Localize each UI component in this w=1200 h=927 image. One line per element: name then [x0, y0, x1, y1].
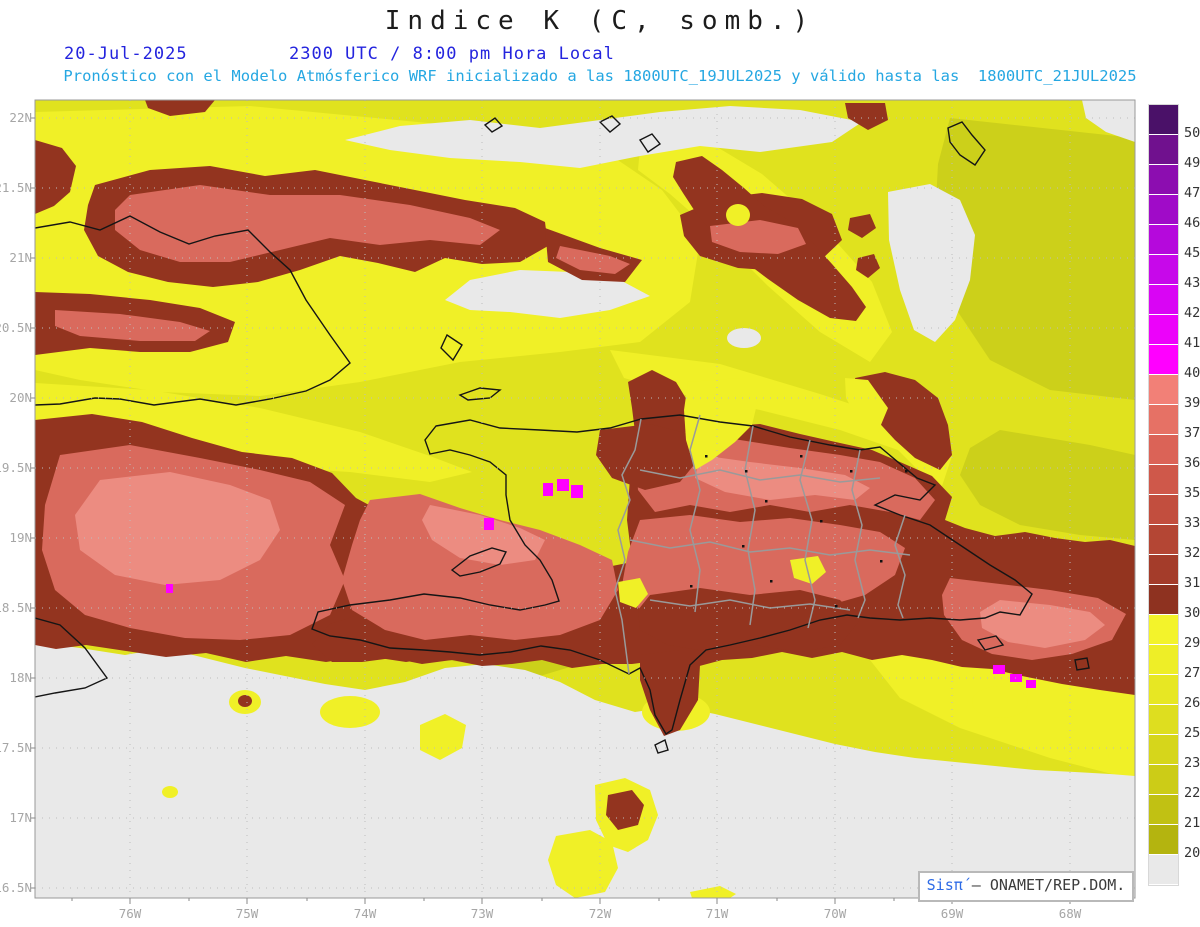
colorbar-segment: [1149, 795, 1178, 825]
brand-logo: Sisπ́: [926, 876, 963, 894]
lon-label: 71W: [705, 906, 729, 921]
colorbar-label: 22.6: [1184, 785, 1200, 801]
map-canvas: [30, 99, 1136, 904]
lat-label: 21N: [9, 250, 32, 265]
lon-label: 70W: [823, 906, 847, 921]
attribution-text: – ONAMET/REP.DOM.: [962, 876, 1126, 894]
colorbar-segment: [1149, 645, 1178, 675]
colorbar-segment: [1149, 855, 1178, 885]
colorbar-segment: [1149, 225, 1178, 255]
k40-speck: [543, 483, 553, 496]
k40-speck: [166, 584, 173, 593]
contour-blob: [320, 696, 380, 728]
contour-blob: [972, 686, 1028, 718]
lat-label: 17N: [9, 810, 32, 825]
lat-label: 21.5N: [0, 180, 32, 195]
k40-speck: [993, 665, 1005, 674]
colorbar-label: 42.6: [1184, 305, 1200, 321]
colorbar-label: 47.8: [1184, 185, 1200, 201]
lon-label: 73W: [470, 906, 494, 921]
colorbar-segment: [1149, 405, 1178, 435]
lat-label: 19.5N: [0, 460, 32, 475]
lat-label: 19N: [9, 530, 32, 545]
k40-speck: [557, 479, 569, 491]
weather-map-page: Indice K (C, somb.) 20-Jul-2025 2300 UTC…: [0, 0, 1200, 927]
colorbar-segment: [1149, 705, 1178, 735]
colorbar-segment: [1149, 165, 1178, 195]
colorbar-segment: [1149, 495, 1178, 525]
colorbar-label: 41.3: [1184, 335, 1200, 351]
colorbar-label: 40: [1184, 365, 1200, 381]
k30-speck: [238, 695, 252, 707]
colorbar-label: 27.8: [1184, 665, 1200, 681]
contour-blob: [726, 204, 750, 226]
colorbar-label: 49.1: [1184, 155, 1200, 171]
lon-label: 69W: [940, 906, 964, 921]
lon-label: 74W: [353, 906, 377, 921]
colorbar-label: 26.5: [1184, 695, 1200, 711]
colorbar-segment: [1149, 735, 1178, 765]
colorbar-label: 30: [1184, 605, 1200, 621]
lon-label: 75W: [235, 906, 259, 921]
contour-blob: [162, 786, 178, 798]
colorbar-label: 45.2: [1184, 245, 1200, 261]
colorbar-label: 37.8: [1184, 425, 1200, 441]
colorbar-segment: [1149, 825, 1178, 855]
colorbar: [1148, 104, 1179, 886]
colorbar-segment: [1149, 765, 1178, 795]
colorbar-label: 39.1: [1184, 395, 1200, 411]
colorbar-label: 31.3: [1184, 575, 1200, 591]
lat-label: 17.5N: [0, 740, 32, 755]
colorbar-label: 46.5: [1184, 215, 1200, 231]
colorbar-segment: [1149, 195, 1178, 225]
colorbar-segment: [1149, 675, 1178, 705]
colorbar-label: 29.1: [1184, 635, 1200, 651]
colorbar-label: 33.9: [1184, 515, 1200, 531]
colorbar-label: 23.9: [1184, 755, 1200, 771]
colorbar-segment: [1149, 465, 1178, 495]
colorbar-segment: [1149, 345, 1178, 375]
colorbar-segment: [1149, 255, 1178, 285]
colorbar-segment: [1149, 435, 1178, 465]
colorbar-segment: [1149, 525, 1178, 555]
colorbar-segment: [1149, 375, 1178, 405]
lon-label: 72W: [588, 906, 612, 921]
colorbar-segment: [1149, 105, 1178, 135]
colorbar-label: 36.5: [1184, 455, 1200, 471]
k40-speck: [571, 485, 583, 498]
attribution-box: Sisπ́ – ONAMET/REP.DOM.: [918, 871, 1134, 902]
colorbar-segment: [1149, 315, 1178, 345]
colorbar-label: 25.2: [1184, 725, 1200, 741]
lat-label: 18.5N: [0, 600, 32, 615]
colorbar-label: 20: [1184, 845, 1200, 861]
lat-label: 20N: [9, 390, 32, 405]
lat-label: 16.5N: [0, 880, 32, 895]
colorbar-segment: [1149, 615, 1178, 645]
lon-label: 76W: [118, 906, 142, 921]
colorbar-segment: [1149, 285, 1178, 315]
colorbar-label: 21.3: [1184, 815, 1200, 831]
colorbar-label: 43.9: [1184, 275, 1200, 291]
colorbar-label: 35.2: [1184, 485, 1200, 501]
colorbar-label: 32.6: [1184, 545, 1200, 561]
colorbar-label: 50: [1184, 125, 1200, 141]
lat-label: 18N: [9, 670, 32, 685]
lon-label: 68W: [1058, 906, 1082, 921]
k40-speck: [1026, 680, 1036, 688]
k30-patch-south-coast: [638, 588, 860, 652]
colorbar-segment: [1149, 585, 1178, 615]
lat-label: 20.5N: [0, 320, 32, 335]
k40-speck: [484, 518, 494, 530]
colorbar-segment: [1149, 555, 1178, 585]
below20-region: [727, 328, 761, 348]
colorbar-segment: [1149, 135, 1178, 165]
contour-field: [35, 100, 1135, 898]
lat-label: 22N: [9, 110, 32, 125]
